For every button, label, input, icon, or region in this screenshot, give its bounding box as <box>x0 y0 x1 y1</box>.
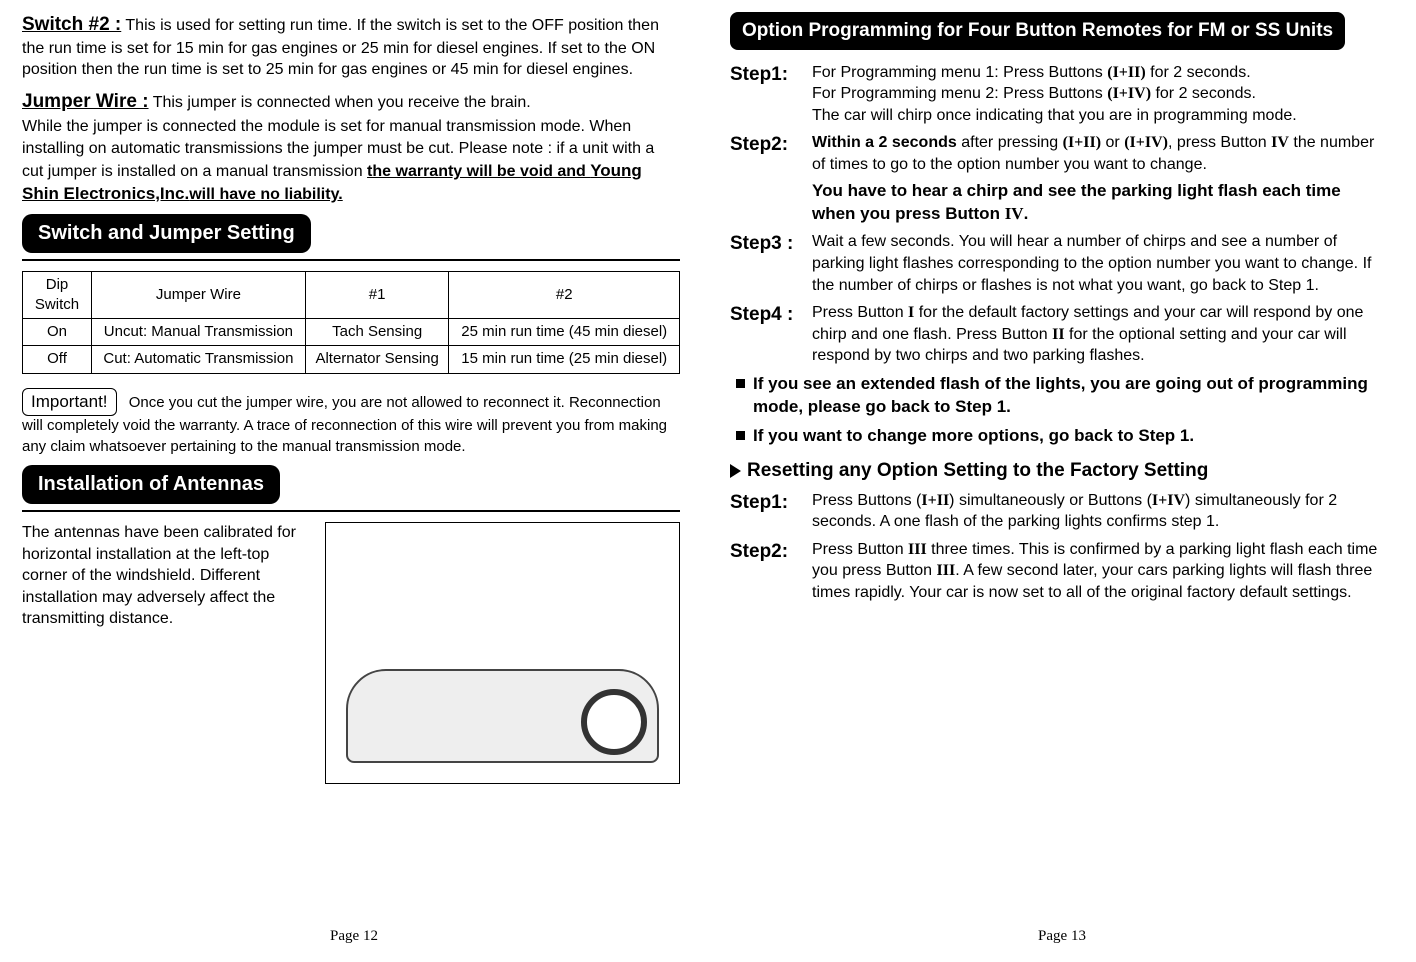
r1c0: On <box>23 319 92 346</box>
antenna-header: Installation of Antennas <box>22 465 280 504</box>
page-left: Switch #2 : This is used for setting run… <box>0 0 708 962</box>
rstep1-b: ) simultaneously or Buttons ( <box>949 492 1152 509</box>
step2-label: Step2: <box>730 132 812 225</box>
r1c3: 25 min run time (45 min diesel) <box>449 319 680 346</box>
step4-label: Step4 : <box>730 302 812 367</box>
reset-step2-label: Step2: <box>730 539 812 604</box>
option-programming-header: Option Programming for Four Button Remot… <box>730 12 1345 50</box>
important-paragraph: Important! Once you cut the jumper wire,… <box>22 388 680 457</box>
antenna-header-row: Installation of Antennas <box>22 465 680 512</box>
rcombo-I-II: I+II <box>921 492 949 509</box>
step1-d: for 2 seconds. <box>1151 85 1256 102</box>
antenna-illustration <box>325 522 680 784</box>
bullet-1: If you see an extended flash of the ligh… <box>736 373 1388 419</box>
reset-step2-body: Press Button III three times. This is co… <box>812 539 1388 604</box>
combo-I-II-2: (I+II) <box>1063 134 1101 151</box>
button-III: III <box>908 541 927 558</box>
reset-header-text: Resetting any Option Setting to the Fact… <box>747 460 1208 481</box>
r1c2: Tach Sensing <box>305 319 449 346</box>
square-bullet-icon <box>736 379 745 388</box>
th-dip: Dip Switch <box>23 271 92 319</box>
th-1: #1 <box>305 271 449 319</box>
jumper-label: Jumper Wire : <box>22 91 149 112</box>
reset-step2-row: Step2: Press Button III three times. Thi… <box>730 539 1388 604</box>
rstep2-a: Press Button <box>812 541 908 558</box>
jumper-text-1: This jumper is connected when you receiv… <box>153 94 531 111</box>
r2c1: Cut: Automatic Transmission <box>92 346 306 373</box>
important-badge: Important! <box>22 388 117 417</box>
step3-row: Step3 : Wait a few seconds. You will hea… <box>730 231 1388 296</box>
page-number-right: Page 13 <box>708 926 1416 946</box>
step1-a: For Programming menu 1: Press Buttons <box>812 64 1107 81</box>
reset-step1-body: Press Buttons (I+II) simultaneously or B… <box>812 490 1388 533</box>
important-text: Once you cut the jumper wire, you are no… <box>22 394 667 455</box>
th-2: #2 <box>449 271 680 319</box>
step2-note-a: You have to hear a chirp and see the par… <box>812 181 1341 223</box>
jumper-paragraph-1: Jumper Wire : This jumper is connected w… <box>22 89 680 115</box>
jumper-warn-a: the warranty will be void and <box>367 163 590 180</box>
rcombo-I-IV: I+IV <box>1152 492 1185 509</box>
step2-body: Within a 2 seconds after pressing (I+II)… <box>812 132 1388 225</box>
button-II: II <box>1052 326 1064 343</box>
step2-b: after pressing <box>957 134 1063 151</box>
button-III-2: III <box>937 562 956 579</box>
r2c3: 15 min run time (25 min diesel) <box>449 346 680 373</box>
combo-I-IV: (I+IV) <box>1107 85 1151 102</box>
step1-row: Step1: For Programming menu 1: Press But… <box>730 62 1388 127</box>
step2-e: , press Button <box>1168 134 1271 151</box>
switch-jumper-header: Switch and Jumper Setting <box>22 214 311 253</box>
step2-row: Step2: Within a 2 seconds after pressing… <box>730 132 1388 225</box>
r2c2: Alternator Sensing <box>305 346 449 373</box>
step1-c: For Programming menu 2: Press Buttons <box>812 85 1107 102</box>
step1-label: Step1: <box>730 62 812 127</box>
page-right: Option Programming for Four Button Remot… <box>708 0 1416 962</box>
bullet2-text: If you want to change more options, go b… <box>753 425 1194 448</box>
step4-a: Press Button <box>812 304 908 321</box>
switch-jumper-table: Dip Switch Jumper Wire #1 #2 On Uncut: M… <box>22 271 680 374</box>
step1-e: The car will chirp once indicating that … <box>812 107 1297 124</box>
jumper-paragraph-2: While the jumper is connected the module… <box>22 116 680 205</box>
triangle-bullet-icon <box>730 464 741 478</box>
step2-d: or <box>1101 134 1124 151</box>
r2c0: Off <box>23 346 92 373</box>
step1-b: for 2 seconds. <box>1146 64 1251 81</box>
antenna-block: The antennas have been calibrated for ho… <box>22 522 680 784</box>
step2-note: You have to hear a chirp and see the par… <box>812 180 1388 226</box>
switch2-label: Switch #2 : <box>22 14 121 35</box>
switch2-paragraph: Switch #2 : This is used for setting run… <box>22 12 680 81</box>
reset-step1-label: Step1: <box>730 490 812 533</box>
antenna-text: The antennas have been calibrated for ho… <box>22 522 311 784</box>
steering-wheel-icon <box>581 689 647 755</box>
step4-body: Press Button I for the default factory s… <box>812 302 1388 367</box>
square-bullet-icon <box>736 431 745 440</box>
reset-subheading: Resetting any Option Setting to the Fact… <box>730 458 1388 484</box>
rstep1-a: Press Buttons ( <box>812 492 921 509</box>
reset-step1-row: Step1: Press Buttons (I+II) simultaneous… <box>730 490 1388 533</box>
step2-a: Within a 2 seconds <box>812 134 957 151</box>
jumper-warn-c: will have no liability. <box>189 186 343 203</box>
th-jumper: Jumper Wire <box>92 271 306 319</box>
step3-body: Wait a few seconds. You will hear a numb… <box>812 231 1388 296</box>
switch-jumper-header-row: Switch and Jumper Setting <box>22 214 680 261</box>
step4-row: Step4 : Press Button I for the default f… <box>730 302 1388 367</box>
step3-label: Step3 : <box>730 231 812 296</box>
step2-note-c: . <box>1024 204 1029 223</box>
r1c1: Uncut: Manual Transmission <box>92 319 306 346</box>
page-number-left: Page 12 <box>0 926 708 946</box>
combo-I-IV-2: (I+IV) <box>1124 134 1168 151</box>
step2-note-btn: IV <box>1005 204 1024 223</box>
bullet-2: If you want to change more options, go b… <box>736 425 1388 448</box>
button-IV: IV <box>1271 134 1289 151</box>
combo-I-II: (I+II) <box>1107 64 1145 81</box>
bullet1-text: If you see an extended flash of the ligh… <box>753 373 1388 419</box>
step1-body: For Programming menu 1: Press Buttons (I… <box>812 62 1388 127</box>
